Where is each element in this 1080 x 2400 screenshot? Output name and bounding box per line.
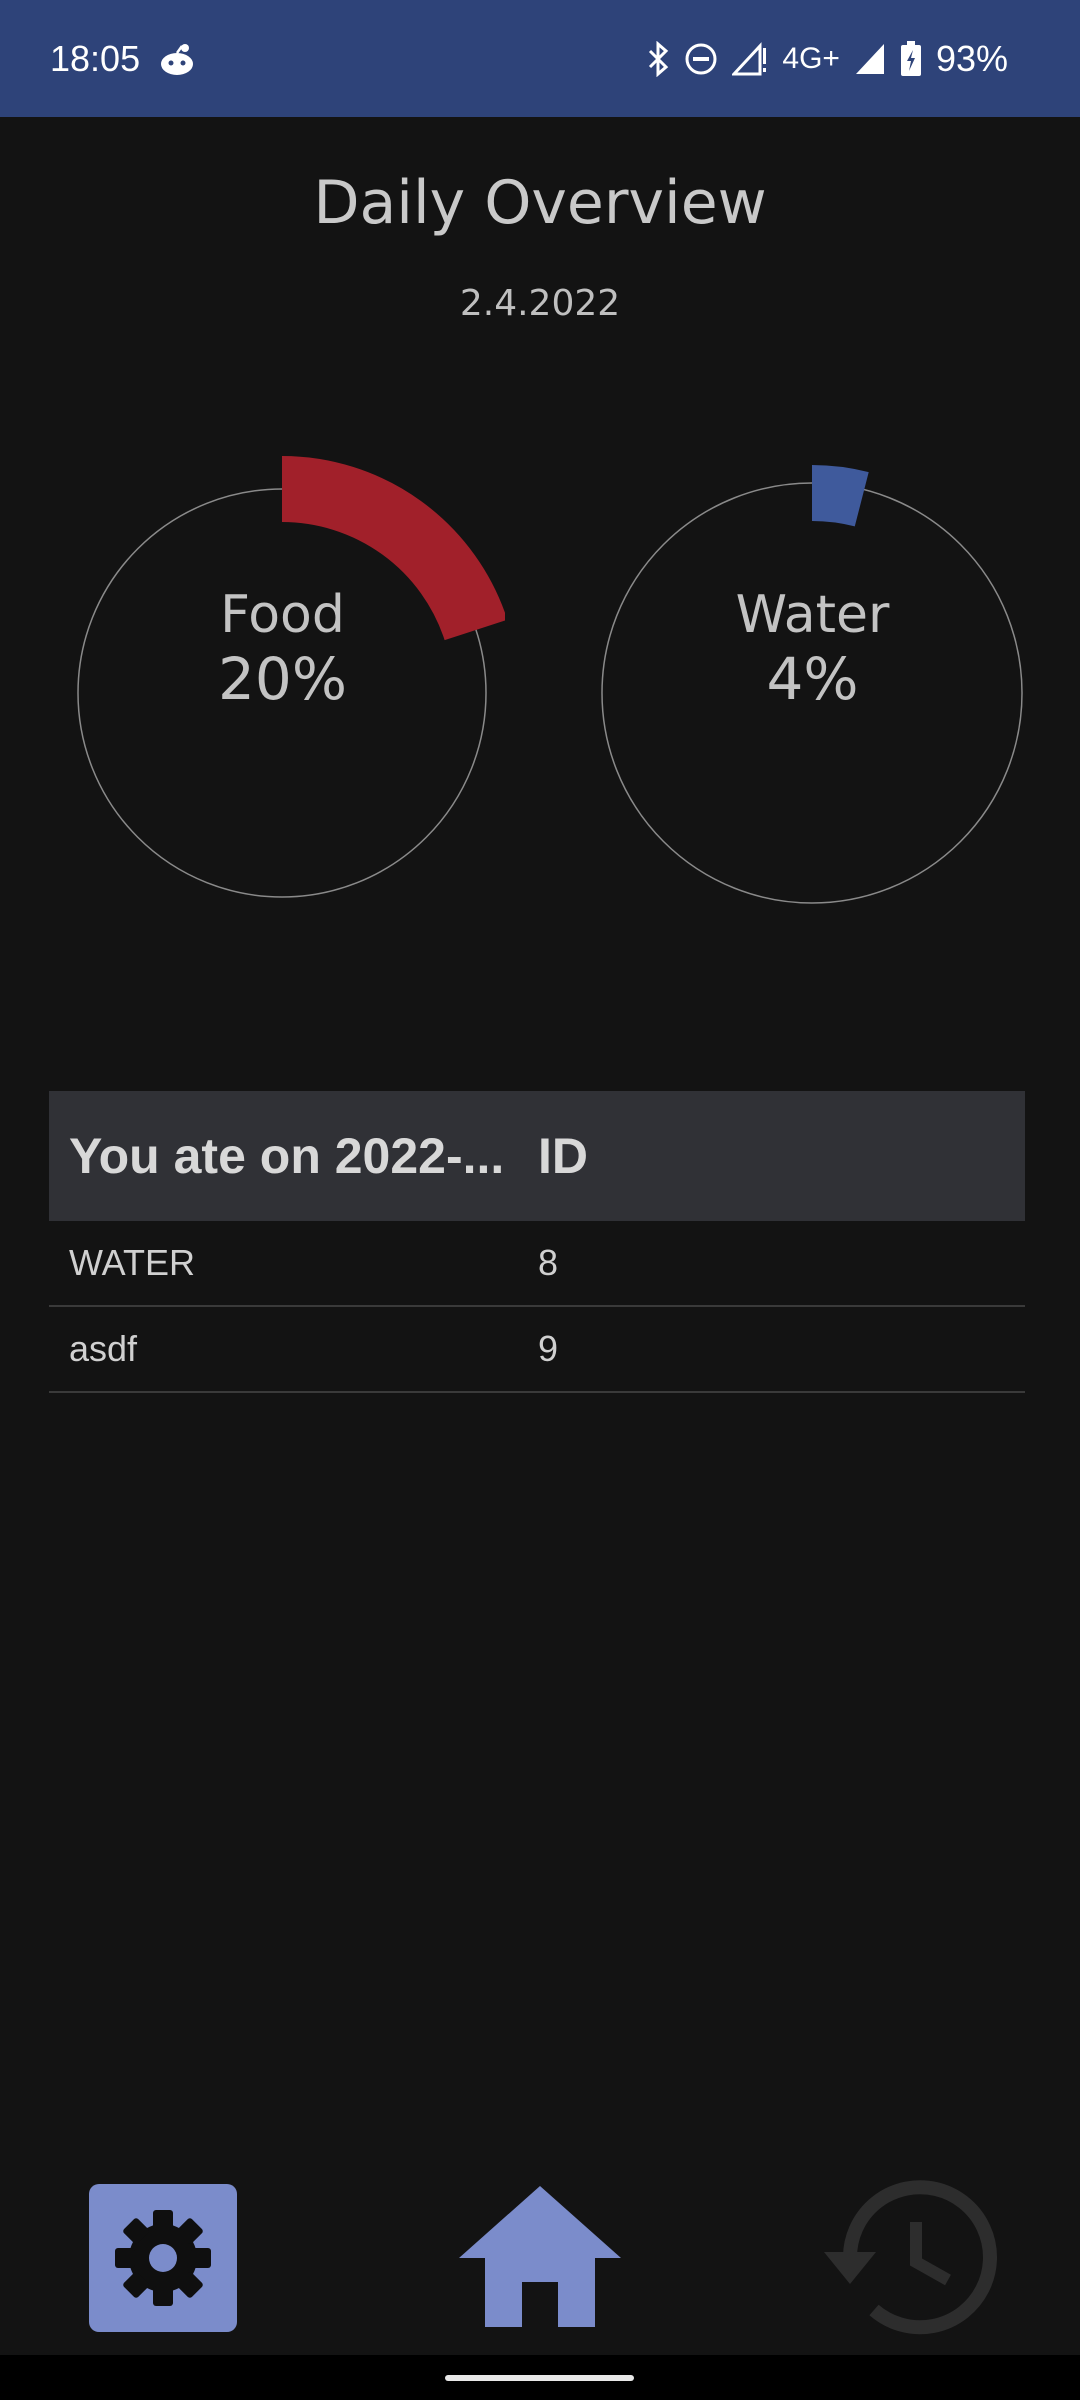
battery-icon [900,40,922,77]
food-gauge-label: Food [220,585,345,645]
gesture-bar [0,2355,1080,2400]
row-name: WATER [69,1242,195,1283]
bluetooth-icon [646,40,670,77]
table-header: You ate on 2022-... ID [49,1091,1025,1221]
column-header-name[interactable]: You ate on 2022-... [49,1127,538,1185]
reddit-icon [158,42,196,76]
status-bar: 18:05 4G+ 93% [0,0,1080,117]
gear-icon [89,2184,237,2332]
page-date: 2.4.2022 [459,283,621,324]
battery-level: 93% [935,37,1008,79]
history-icon [824,2180,997,2335]
status-left: 18:05 [50,38,196,80]
status-time: 18:05 [50,37,141,79]
home-icon [459,2186,621,2327]
history-button[interactable] [822,2180,1002,2335]
water-gauge-arc [811,465,869,527]
network-type: 4G+ [782,41,840,75]
water-gauge: Water 4% [590,440,1035,920]
page-title: Daily Overview [313,168,767,238]
food-log-table: You ate on 2022-... ID WATER 8 asdf 9 [49,1091,1025,1393]
table-row[interactable]: WATER 8 [49,1221,1025,1307]
signal-icon [854,42,886,76]
status-right: 4G+ 93% [646,38,1008,80]
food-gauge-value: 20% [218,645,347,713]
water-gauge-value: 4% [766,645,859,713]
settings-button[interactable] [89,2184,237,2332]
table-row[interactable]: asdf 9 [49,1307,1025,1393]
water-gauge-label: Water [735,585,890,645]
row-id: 9 [538,1328,559,1369]
gesture-handle[interactable] [445,2375,634,2381]
bottom-navigation [0,2180,1080,2360]
row-name: asdf [69,1328,138,1369]
do-not-disturb-icon [684,42,718,76]
home-button[interactable] [455,2184,625,2329]
row-id: 8 [538,1242,559,1283]
column-header-id[interactable]: ID [538,1127,588,1185]
signal-outline-icon [732,41,768,76]
food-gauge: Food 20% [60,440,505,920]
